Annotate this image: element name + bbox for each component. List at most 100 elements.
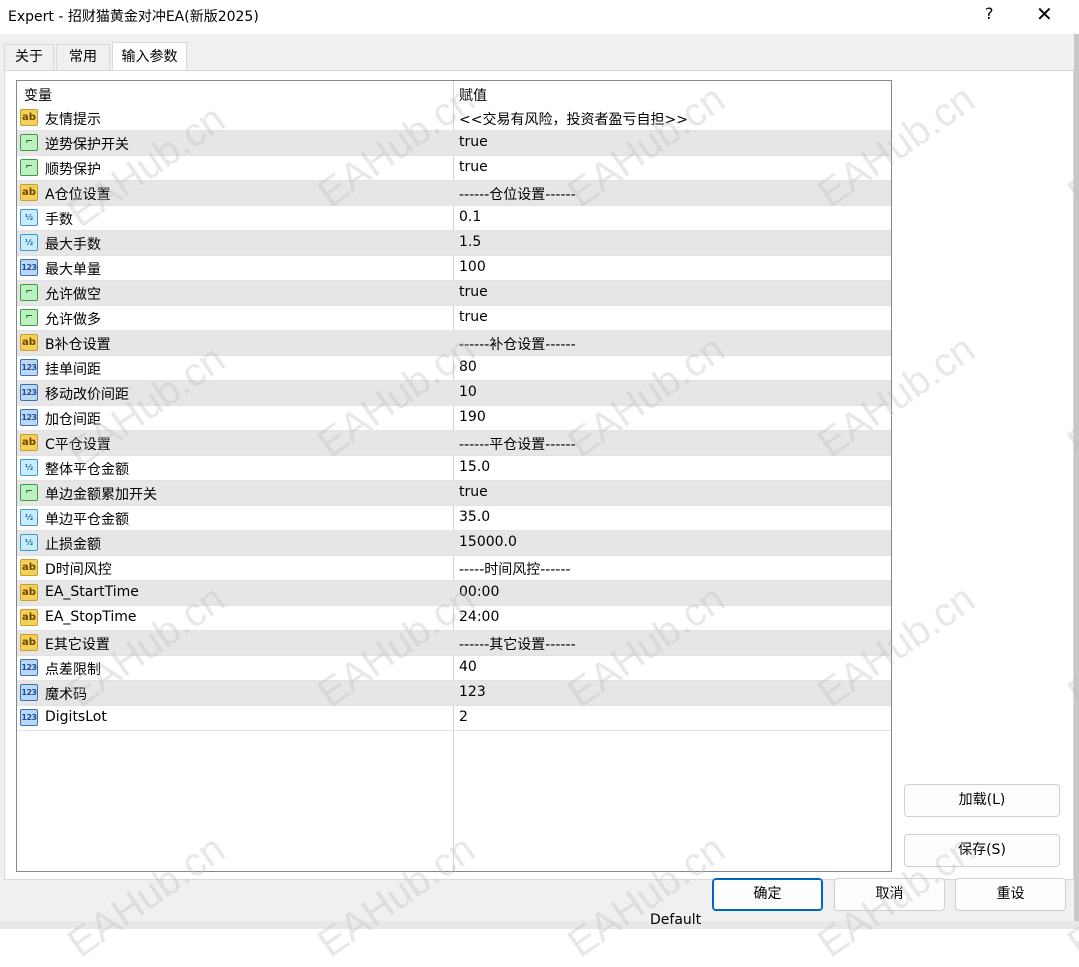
parameter-name: DigitsLot (45, 709, 107, 725)
bool-type-icon: ⌐ (20, 134, 38, 151)
save-button[interactable]: 保存(S) (904, 834, 1060, 867)
parameter-name: 单边平仓金额 (45, 512, 129, 528)
parameter-value[interactable]: 00:00 (459, 584, 499, 600)
parameter-value[interactable]: -----时间风控------ (459, 559, 571, 579)
parameter-value[interactable]: 1.5 (459, 234, 481, 250)
parameter-name: 单边金额累加开关 (45, 487, 157, 503)
parameter-row[interactable]: ½ 手数 0.1 (17, 206, 891, 231)
integer-type-icon: 123 (20, 684, 38, 701)
inputs-panel: 变量 赋值 ab 友情提示 <<交易有风险，投资者盈亏自担>> ⌐ 逆势保护开关 true… (4, 70, 1074, 880)
double-type-icon: ½ (20, 209, 38, 226)
parameter-name: 顺势保护 (45, 162, 101, 178)
help-button[interactable]: ? (985, 4, 994, 23)
tab-about[interactable]: 关于 (4, 44, 54, 70)
parameter-row[interactable]: ab EA_StartTime 00:00 (17, 581, 891, 606)
parameter-row[interactable]: ab D时间风控 -----时间风控------ (17, 556, 891, 581)
parameter-row[interactable]: 123 点差限制 40 (17, 656, 891, 681)
dialog-body: 关于 常用 输入参数 变量 赋值 ab 友情提示 <<交易有风险，投资者盈亏自担>>… (0, 34, 1079, 921)
bool-type-icon: ⌐ (20, 284, 38, 301)
parameter-row[interactable]: 123 DigitsLot 2 (17, 706, 891, 731)
parameter-value[interactable]: 24:00 (459, 609, 499, 625)
tab-common[interactable]: 常用 (56, 44, 110, 70)
parameter-row[interactable]: 123 加仓间距 190 (17, 406, 891, 431)
double-type-icon: ½ (20, 534, 38, 551)
parameter-value[interactable]: true (459, 284, 488, 300)
parameter-row[interactable]: ⌐ 允许做多 true (17, 306, 891, 331)
background-window-edge (1074, 34, 1079, 921)
parameters-grid: 变量 赋值 ab 友情提示 <<交易有风险，投资者盈亏自担>> ⌐ 逆势保护开关 true… (16, 80, 892, 872)
parameter-value[interactable]: 123 (459, 684, 486, 700)
parameter-value[interactable]: ------平仓设置------ (459, 434, 576, 454)
parameter-row[interactable]: 123 挂单间距 80 (17, 356, 891, 381)
parameter-name: 整体平仓金额 (45, 462, 129, 478)
parameter-value[interactable]: 190 (459, 409, 486, 425)
parameter-value[interactable]: ------补仓设置------ (459, 334, 576, 354)
parameter-row[interactable]: ab EA_StopTime 24:00 (17, 606, 891, 631)
parameter-row[interactable]: ⌐ 顺势保护 true (17, 156, 891, 181)
parameter-value[interactable]: 2 (459, 709, 468, 725)
integer-type-icon: 123 (20, 359, 38, 376)
parameter-value[interactable]: 15000.0 (459, 534, 517, 550)
parameter-value[interactable]: 0.1 (459, 209, 481, 225)
parameter-value[interactable]: 15.0 (459, 459, 490, 475)
value-column-header[interactable]: 赋值 (459, 85, 487, 105)
parameter-name: B补仓设置 (45, 337, 111, 353)
variable-column-header[interactable]: 变量 (24, 85, 52, 105)
parameter-name: D时间风控 (45, 562, 112, 578)
parameter-name: 最大手数 (45, 237, 101, 253)
background-default-label: Default (650, 912, 702, 928)
parameter-row[interactable]: ⌐ 允许做空 true (17, 281, 891, 306)
string-type-icon: ab (20, 334, 38, 351)
grid-header: 变量 赋值 (17, 81, 891, 106)
parameter-row[interactable]: 123 魔术码 123 (17, 681, 891, 706)
parameter-row[interactable]: 123 最大单量 100 (17, 256, 891, 281)
tab-inputs[interactable]: 输入参数 (112, 42, 187, 72)
ok-button[interactable]: 确定 (712, 878, 823, 911)
parameter-name: 魔术码 (45, 687, 87, 703)
parameter-rows: ab 友情提示 <<交易有风险，投资者盈亏自担>> ⌐ 逆势保护开关 true ⌐ 顺势保护 t… (17, 106, 891, 731)
string-type-icon: ab (20, 584, 38, 601)
parameter-value[interactable]: 80 (459, 359, 477, 375)
parameter-value[interactable]: <<交易有风险，投资者盈亏自担>> (459, 109, 688, 129)
parameter-value[interactable]: 10 (459, 384, 477, 400)
parameter-row[interactable]: ½ 整体平仓金额 15.0 (17, 456, 891, 481)
bool-type-icon: ⌐ (20, 309, 38, 326)
parameter-row[interactable]: ab A仓位设置 ------仓位设置------ (17, 181, 891, 206)
parameter-name: 最大单量 (45, 262, 101, 278)
parameter-row[interactable]: ab B补仓设置 ------补仓设置------ (17, 331, 891, 356)
parameter-value[interactable]: true (459, 309, 488, 325)
parameter-value[interactable]: true (459, 159, 488, 175)
parameter-row[interactable]: ab C平仓设置 ------平仓设置------ (17, 431, 891, 456)
parameter-value[interactable]: ------仓位设置------ (459, 184, 576, 204)
parameter-value[interactable]: 100 (459, 259, 486, 275)
parameter-name: 友情提示 (45, 112, 101, 128)
string-type-icon: ab (20, 559, 38, 576)
string-type-icon: ab (20, 634, 38, 651)
parameter-value[interactable]: true (459, 134, 488, 150)
parameter-value[interactable]: ------其它设置------ (459, 634, 576, 654)
integer-type-icon: 123 (20, 709, 38, 726)
string-type-icon: ab (20, 434, 38, 451)
parameter-name: 移动改价间距 (45, 387, 129, 403)
close-button[interactable]: ✕ (1036, 2, 1053, 26)
parameter-row[interactable]: ⌐ 单边金额累加开关 true (17, 481, 891, 506)
parameter-name: 止损金额 (45, 537, 101, 553)
parameter-row[interactable]: ½ 最大手数 1.5 (17, 231, 891, 256)
bool-type-icon: ⌐ (20, 159, 38, 176)
parameter-row[interactable]: ab E其它设置 ------其它设置------ (17, 631, 891, 656)
integer-type-icon: 123 (20, 384, 38, 401)
parameter-row[interactable]: 123 移动改价间距 10 (17, 381, 891, 406)
parameter-name: E其它设置 (45, 637, 110, 653)
parameter-name: EA_StartTime (45, 584, 139, 600)
reset-button[interactable]: 重设 (955, 878, 1066, 911)
parameter-row[interactable]: ½ 单边平仓金额 35.0 (17, 506, 891, 531)
parameter-row[interactable]: ½ 止损金额 15000.0 (17, 531, 891, 556)
parameter-row[interactable]: ab 友情提示 <<交易有风险，投资者盈亏自担>> (17, 106, 891, 131)
load-button[interactable]: 加载(L) (904, 784, 1060, 817)
double-type-icon: ½ (20, 509, 38, 526)
parameter-value[interactable]: 35.0 (459, 509, 490, 525)
parameter-value[interactable]: true (459, 484, 488, 500)
parameter-row[interactable]: ⌐ 逆势保护开关 true (17, 131, 891, 156)
parameter-value[interactable]: 40 (459, 659, 477, 675)
cancel-button[interactable]: 取消 (834, 878, 945, 911)
